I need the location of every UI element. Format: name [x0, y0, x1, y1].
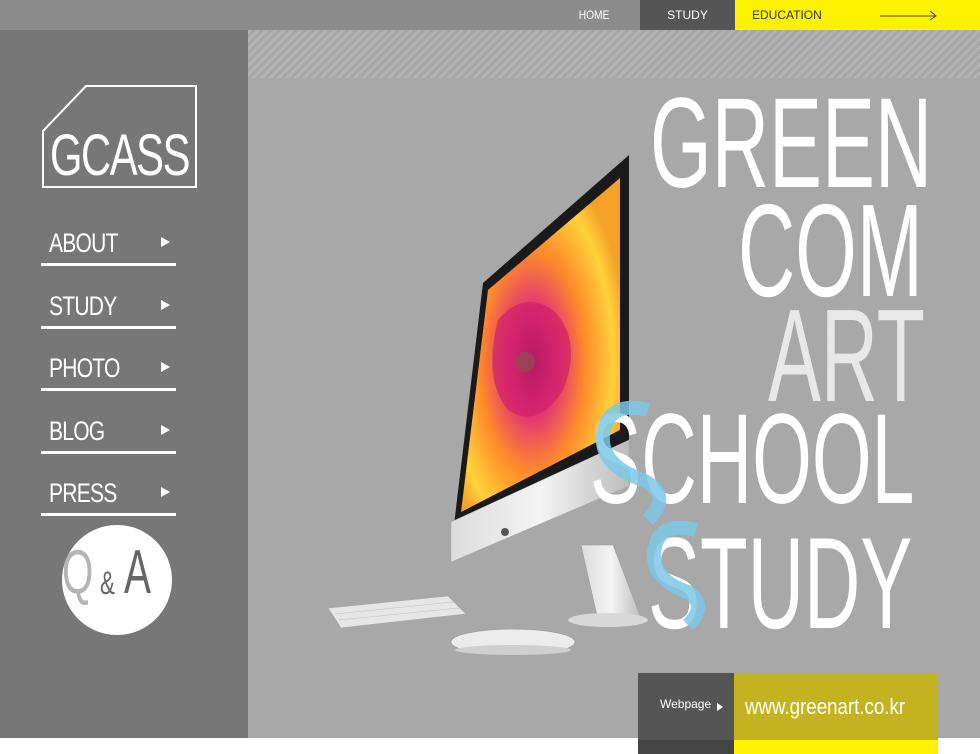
- divider: [41, 388, 176, 391]
- arrow-right-icon: [880, 10, 937, 21]
- sidebar-item-about[interactable]: ABOUT: [41, 220, 176, 283]
- nav-study[interactable]: STUDY: [640, 0, 735, 30]
- nav-education-label: EDUCATION: [752, 8, 822, 22]
- play-arrow-icon: [161, 299, 170, 310]
- url-band: [734, 740, 938, 754]
- webpage-label: Webpage: [660, 697, 712, 711]
- qa-q-letter: Q: [62, 538, 94, 607]
- play-arrow-icon: [717, 703, 723, 711]
- sidebar: GCASS ABOUT STUDY PHOTO BLOG PRESS Q & A: [0, 30, 248, 738]
- webpage-button[interactable]: Webpage: [638, 673, 734, 754]
- divider: [41, 263, 176, 266]
- logo-text: GCASS: [50, 123, 190, 188]
- sidebar-item-label: STUDY: [49, 290, 117, 321]
- site-url-link[interactable]: www.greenart.co.kr: [734, 673, 938, 754]
- divider: [41, 325, 176, 329]
- sidebar-item-label: ABOUT: [49, 228, 118, 258]
- sidebar-item-photo[interactable]: PHOTO: [41, 345, 176, 408]
- logo[interactable]: GCASS: [42, 85, 198, 189]
- qa-button[interactable]: Q & A: [62, 525, 172, 635]
- qa-a-letter: A: [124, 538, 151, 607]
- divider: [41, 450, 176, 454]
- sidebar-item-label: PRESS: [49, 478, 117, 508]
- qa-ampersand: &: [100, 565, 115, 601]
- site-url-text: www.greenart.co.kr: [745, 694, 906, 719]
- play-arrow-icon: [161, 362, 170, 372]
- webpage-band: [638, 740, 734, 754]
- play-arrow-icon: [161, 237, 170, 247]
- sidebar-menu: ABOUT STUDY PHOTO BLOG PRESS: [41, 220, 176, 533]
- sidebar-item-study[interactable]: STUDY: [41, 283, 176, 346]
- sidebar-item-press[interactable]: PRESS: [41, 470, 176, 533]
- sidebar-item-blog[interactable]: BLOG: [41, 408, 176, 471]
- play-arrow-icon: [161, 424, 170, 435]
- hero-area: GREEN COM ART SCHOOL STUDY: [248, 30, 980, 738]
- blue-accent-shapes: [595, 400, 705, 630]
- play-arrow-icon: [161, 487, 170, 497]
- sidebar-item-label: PHOTO: [49, 353, 120, 383]
- nav-home[interactable]: HOME: [554, 0, 634, 30]
- sidebar-item-label: BLOG: [49, 415, 105, 446]
- divider: [41, 513, 176, 516]
- nav-education[interactable]: EDUCATION: [735, 0, 980, 30]
- striped-banner: [248, 30, 980, 78]
